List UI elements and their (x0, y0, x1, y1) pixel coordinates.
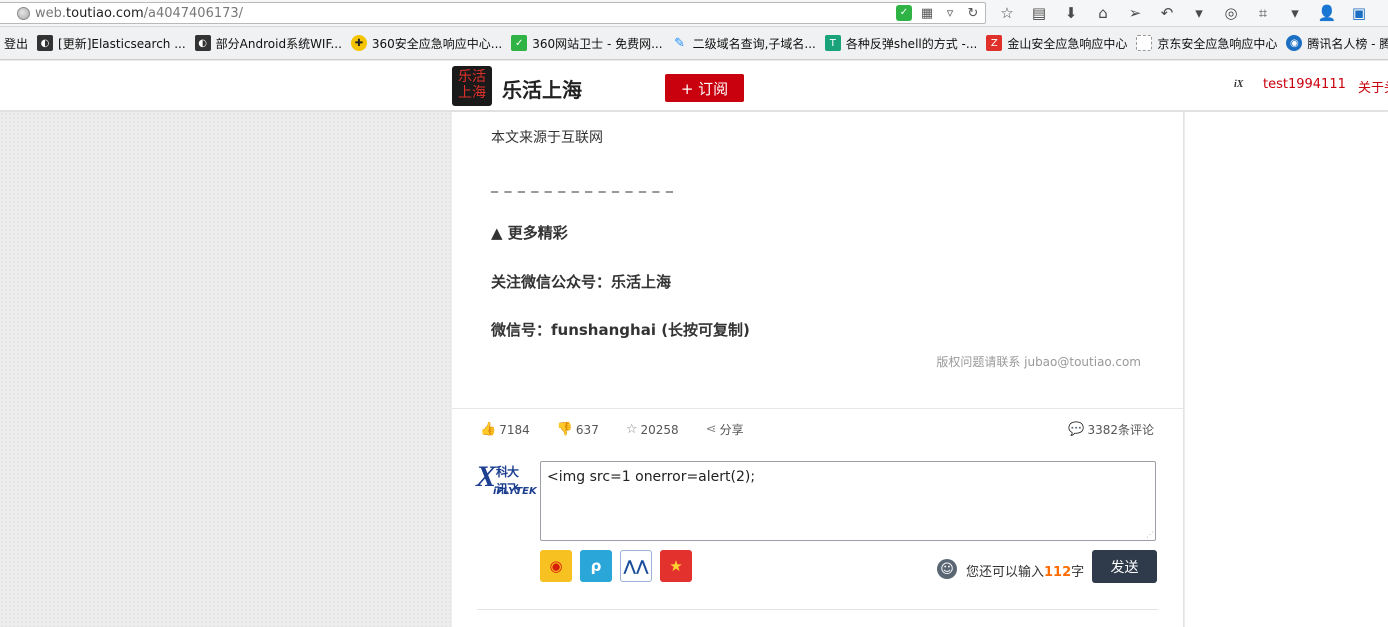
refresh-icon[interactable]: ↻ (965, 5, 981, 21)
wechat-line: 微信号：funshanghai (长按可复制) (491, 321, 750, 339)
search-globe-icon[interactable]: ◎ (1220, 3, 1242, 23)
tencent-weibo-icon[interactable]: ρ (580, 550, 612, 582)
commenter-avatar[interactable]: X 科大讯飞 iFLYTEK (476, 460, 537, 508)
360-icon: ✚ (350, 35, 367, 51)
user-avatar-icon[interactable]: iX (1234, 79, 1256, 97)
char-remaining: 您还可以输入112字 (966, 565, 1085, 580)
tf-icon: T (824, 35, 841, 51)
channel-logo[interactable]: 乐活上海 (452, 66, 492, 106)
bookmarks-bar: 登出 ◐ [更新]Elasticsearch ... ◐ 部分Android系统WI… (0, 27, 1388, 60)
thumbs-down-icon: 👎 (556, 422, 573, 437)
extension-icon[interactable]: ▣ (1348, 3, 1370, 23)
user-name-link[interactable]: test1994111 (1263, 77, 1346, 92)
dislike-button[interactable]: 👎 637 (557, 422, 599, 437)
dropdown-arrow-icon[interactable]: ▿ (942, 5, 958, 21)
favorite-button[interactable]: ☆ 20258 (626, 422, 679, 437)
bookmark-360-wangzhan[interactable]: ✓ 360网站卫士 - 免费网... (511, 35, 663, 52)
undo-icon[interactable]: ↶ (1156, 3, 1178, 23)
share-icon: ⋖ (705, 422, 717, 437)
bookmark-jd-src[interactable]: 京东安全应急响应中心 (1136, 35, 1277, 52)
thumbs-up-icon: 👍 (480, 422, 497, 437)
like-button[interactable]: 👍 7184 (480, 422, 530, 437)
star-bookmark-icon[interactable]: ☆ (996, 3, 1018, 23)
share-targets: ◉ ρ ⋀⋀ ★ (540, 550, 692, 582)
blank-page-icon (1136, 35, 1153, 51)
bookmark-android-wifi[interactable]: ◐ 部分Android系统WIF... (194, 35, 342, 52)
about-link[interactable]: 关于头 (1358, 77, 1388, 96)
bookmark-tencent[interactable]: ◉腾讯名人榜 - 腾讯... (1286, 35, 1388, 52)
send-button[interactable]: 发送 (1092, 550, 1157, 583)
sina-weibo-icon[interactable]: ◉ (540, 550, 572, 582)
article-body: 本文来源于互联网 _ _ _ _ _ _ _ _ _ _ _ _ _ _ ▲ 更… (452, 112, 1184, 627)
bookmark-elasticsearch[interactable]: ◐ [更新]Elasticsearch ... (37, 35, 186, 52)
channel-name[interactable]: 乐活上海 (502, 74, 582, 103)
shield-icon: ✓ (511, 35, 528, 51)
copyright-notice: 版权问题请联系 jubao@toutiao.com (936, 355, 1141, 369)
site-header: 乐活上海 乐活上海 + 订阅 iX test1994111 关于头 (0, 61, 1388, 111)
subscribe-button[interactable]: + 订阅 (665, 74, 744, 102)
bookmark-subdomain[interactable]: ✎ 二级域名查询,子域名... (672, 35, 816, 52)
comment-count-link[interactable]: 💬 3382条评论 (1068, 421, 1154, 438)
comment-input[interactable]: <img src=1 onerror=alert(2); (540, 461, 1156, 541)
elastic-icon: ◐ (37, 35, 54, 51)
divider (452, 408, 1183, 409)
pen-icon: ✎ (674, 35, 686, 51)
security-shield-icon[interactable]: ✓ (896, 5, 912, 21)
bookmark-logout[interactable]: 登出 (4, 35, 28, 52)
share-button[interactable]: ⋖ 分享 (706, 421, 744, 438)
divider-bottom (477, 609, 1158, 610)
article-actions: 👍 7184 👎 637 ☆ 20258 ⋖ 分享 (480, 421, 771, 438)
android-icon: ◐ (194, 35, 211, 51)
url-text[interactable]: web.toutiao.com/a4047406173/ (35, 6, 243, 21)
reading-list-icon[interactable]: ▤ (1028, 3, 1050, 23)
menu-dropdown-icon-2[interactable]: ▾ (1284, 3, 1306, 23)
star-icon: ☆ (625, 422, 638, 437)
kingsoft-icon: Z (986, 35, 1003, 51)
resize-grip-icon[interactable]: ⋰ (1146, 530, 1154, 539)
page-background (0, 112, 452, 627)
emoji-icon[interactable]: ☺ (937, 559, 957, 579)
qr-code-icon[interactable]: ▦ (919, 5, 935, 21)
more-heading: ▲ 更多精彩 (491, 224, 568, 242)
tencent-icon: ◉ (1286, 35, 1303, 51)
download-icon[interactable]: ⬇ (1060, 3, 1082, 23)
follow-line: 关注微信公众号：乐活上海 (491, 273, 672, 291)
comment-bubble-icon: 💬 (1068, 422, 1085, 437)
separator-line: _ _ _ _ _ _ _ _ _ _ _ _ _ _ (491, 177, 674, 193)
address-bar[interactable]: web.toutiao.com/a4047406173/ ✓ ▦ ▿ ↻ (0, 2, 986, 24)
menu-dropdown-icon[interactable]: ▾ (1188, 3, 1210, 23)
bookmark-360-src[interactable]: ✚ 360安全应急响应中心... (350, 35, 502, 52)
crop-icon[interactable]: ⌗ (1252, 3, 1274, 23)
browser-toolbar: web.toutiao.com/a4047406173/ ✓ ▦ ▿ ↻ ☆ ▤… (0, 0, 1388, 27)
qzone-icon[interactable]: ★ (660, 550, 692, 582)
bookmark-kingsoft[interactable]: Z 金山安全应急响应中心 (986, 35, 1127, 52)
right-sidebar (1185, 112, 1388, 627)
bookmark-reverse-shell[interactable]: T 各种反弹shell的方式 -... (824, 35, 977, 52)
source-line: 本文来源于互联网 (491, 130, 603, 146)
home-icon[interactable]: ⌂ (1092, 3, 1114, 23)
send-icon[interactable]: ➢ (1124, 3, 1146, 23)
globe-icon (17, 7, 30, 20)
renren-icon[interactable]: ⋀⋀ (620, 550, 652, 582)
user-icon[interactable]: 👤 (1316, 3, 1338, 23)
